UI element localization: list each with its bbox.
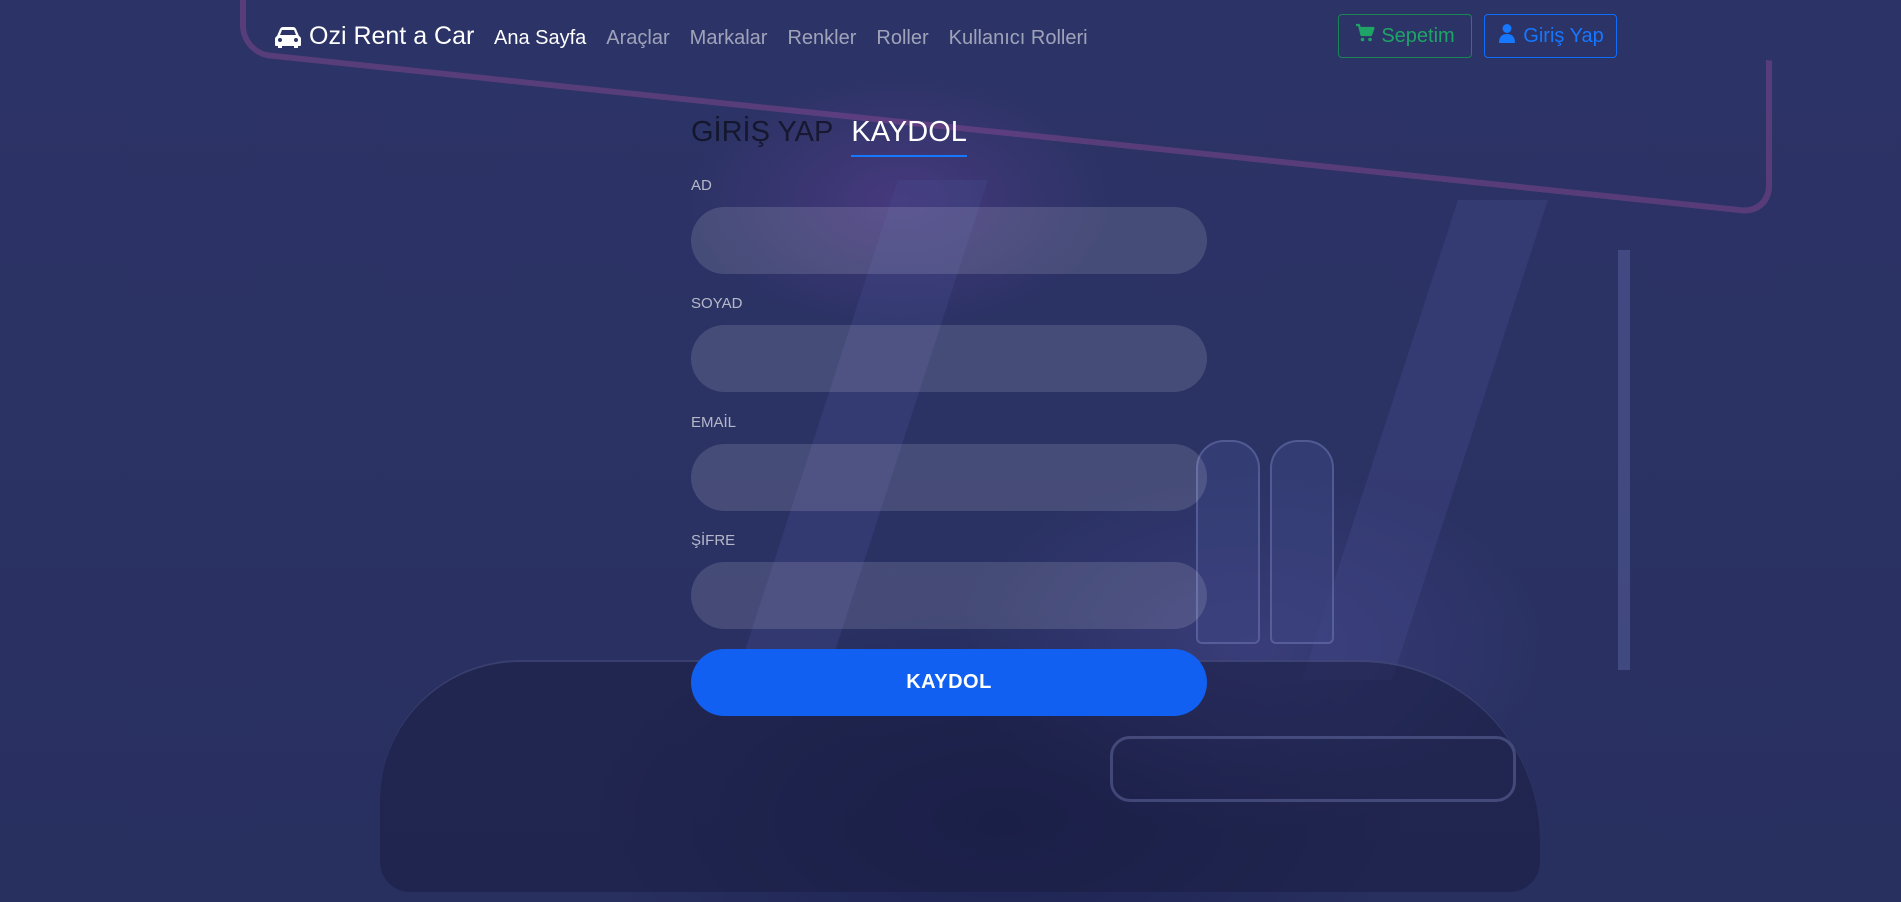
password-input[interactable] <box>691 562 1207 629</box>
user-icon <box>1497 23 1517 49</box>
nav-link-roles[interactable]: Roller <box>876 27 928 50</box>
email-field[interactable] <box>691 444 1207 511</box>
tab-register[interactable]: KAYDOL <box>851 116 967 157</box>
email-label: EMAİL <box>691 414 737 431</box>
brand-name: Ozi Rent a Car <box>309 22 475 50</box>
first-name-input[interactable] <box>691 207 1207 274</box>
register-button[interactable]: KAYDOL <box>691 649 1207 716</box>
nav-link-brands[interactable]: Markalar <box>690 27 768 50</box>
cart-button-label: Sepetim <box>1381 24 1455 47</box>
brand-link[interactable]: Ozi Rent a Car <box>275 22 474 51</box>
auth-tabs: GİRİŞ YAP KAYDOL <box>691 116 967 157</box>
login-button-label: Giriş Yap <box>1523 24 1604 47</box>
nav-links: Ana Sayfa Araçlar Markalar Renkler Rolle… <box>494 27 1088 50</box>
nav-link-user-roles[interactable]: Kullanıcı Rolleri <box>949 27 1088 50</box>
first-name-label: AD <box>691 177 712 194</box>
last-name-label: SOYAD <box>691 295 743 312</box>
nav-link-home[interactable]: Ana Sayfa <box>494 27 586 50</box>
nav-link-vehicles[interactable]: Araçlar <box>606 27 669 50</box>
password-label: ŞİFRE <box>691 532 736 549</box>
login-button[interactable]: Giriş Yap <box>1484 14 1617 58</box>
cart-button[interactable]: Sepetim <box>1338 14 1472 58</box>
car-icon <box>275 26 301 48</box>
nav-link-colors[interactable]: Renkler <box>787 27 856 50</box>
last-name-input[interactable] <box>691 325 1207 392</box>
navbar: Ozi Rent a Car Ana Sayfa Araçlar Markala… <box>0 0 1901 78</box>
tab-login[interactable]: GİRİŞ YAP <box>691 116 833 157</box>
shopping-cart-icon <box>1355 23 1375 49</box>
